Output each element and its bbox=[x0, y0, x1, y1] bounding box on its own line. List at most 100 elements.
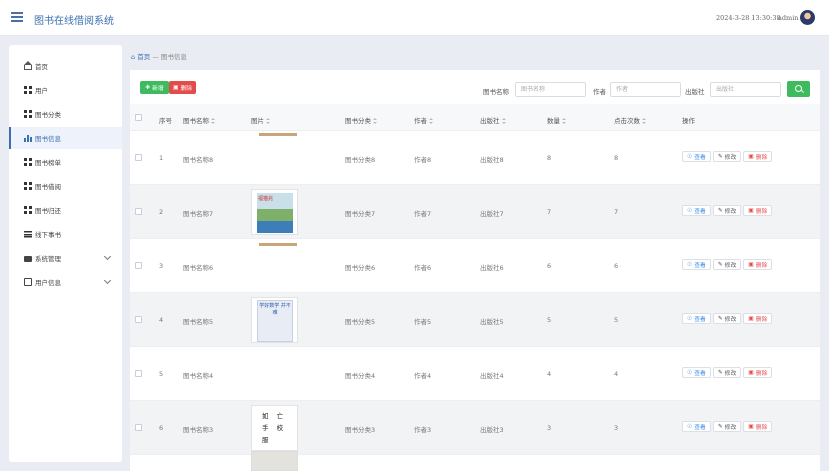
cell-publisher: 出版社6 bbox=[480, 264, 504, 272]
sort-icon[interactable] bbox=[266, 118, 270, 124]
edit-button[interactable]: ✎ 修改 bbox=[712, 421, 742, 432]
sidebar-item-label: 用户 bbox=[35, 87, 48, 95]
sidebar-item-user-info[interactable]: 用户信息 bbox=[9, 271, 122, 293]
col-category[interactable]: 图书分类 bbox=[345, 115, 377, 125]
edit-icon: ✎ bbox=[717, 369, 723, 376]
username[interactable]: admin bbox=[778, 14, 798, 22]
cell-clicks: 7 bbox=[614, 208, 619, 216]
sidebar-item-offline[interactable]: 线下事书 bbox=[9, 223, 122, 245]
sort-icon[interactable] bbox=[373, 118, 377, 124]
cover-title: 如 亡 手 校 服 bbox=[262, 412, 287, 444]
cell-clicks: 6 bbox=[614, 262, 619, 270]
delete-row-button[interactable]: ▣ 删除 bbox=[743, 259, 773, 270]
row-checkbox[interactable] bbox=[135, 154, 142, 161]
add-button[interactable]: ✚ 新增 bbox=[140, 81, 169, 94]
menu-toggle-icon[interactable] bbox=[11, 12, 23, 22]
edit-icon: ✎ bbox=[717, 261, 723, 268]
sort-icon[interactable] bbox=[642, 118, 646, 124]
edit-icon: ✎ bbox=[717, 315, 723, 322]
cell-name: 图书名称6 bbox=[183, 264, 214, 272]
view-button[interactable]: ☉ 查看 bbox=[682, 367, 711, 378]
cell-clicks: 5 bbox=[614, 316, 619, 324]
trash-icon: ▣ bbox=[748, 369, 754, 376]
delete-row-button[interactable]: ▣ 删除 bbox=[743, 367, 773, 378]
row-checkbox[interactable] bbox=[135, 208, 142, 215]
cell-author: 作者6 bbox=[414, 264, 432, 272]
delete-button[interactable]: ▣ 删除 bbox=[169, 81, 196, 94]
sidebar-item-label: 图书分类 bbox=[35, 111, 61, 119]
edit-button[interactable]: ✎ 修改 bbox=[712, 313, 742, 324]
row-checkbox[interactable] bbox=[135, 316, 142, 323]
col-name[interactable]: 图书名称 bbox=[183, 115, 215, 125]
sidebar-item-book-borrow[interactable]: 图书借阅 bbox=[9, 175, 122, 197]
sort-icon[interactable] bbox=[562, 118, 566, 124]
select-all-checkbox[interactable] bbox=[135, 114, 142, 121]
col-image[interactable]: 图片 bbox=[251, 115, 270, 125]
col-author[interactable]: 作者 bbox=[414, 115, 433, 125]
row-actions: ☉ 查看 ✎ 修改 ▣ 删除 bbox=[682, 313, 773, 324]
sidebar: 首页 用户 图书分类 图书信息 图书榜单 图书借阅 图书归还 线下事书 系统管理… bbox=[9, 45, 122, 462]
sidebar-item-users[interactable]: 用户 bbox=[9, 79, 122, 101]
view-button[interactable]: ☉ 查看 bbox=[682, 313, 711, 324]
sort-icon[interactable] bbox=[211, 118, 215, 124]
row-checkbox[interactable] bbox=[135, 262, 142, 269]
cell-category: 图书分类8 bbox=[345, 156, 376, 164]
col-qty[interactable]: 数量 bbox=[547, 115, 566, 125]
row-actions: ☉ 查看 ✎ 修改 ▣ 删除 bbox=[682, 259, 773, 270]
col-clicks[interactable]: 点击次数 bbox=[614, 115, 646, 125]
view-button[interactable]: ☉ 查看 bbox=[682, 421, 711, 432]
sidebar-item-book-category[interactable]: 图书分类 bbox=[9, 103, 122, 125]
row-checkbox[interactable] bbox=[135, 370, 142, 377]
search-button[interactable] bbox=[787, 81, 810, 97]
sort-icon[interactable] bbox=[429, 118, 433, 124]
cell-category: 图书分类7 bbox=[345, 210, 376, 218]
view-button[interactable]: ☉ 查看 bbox=[682, 205, 711, 216]
breadcrumb-sep: — bbox=[152, 53, 159, 61]
app-title: 图书在线借阅系统 bbox=[34, 16, 114, 27]
view-button[interactable]: ☉ 查看 bbox=[682, 151, 711, 162]
bar-chart-icon bbox=[24, 134, 32, 142]
avatar[interactable] bbox=[800, 10, 815, 25]
breadcrumb-home[interactable]: ⌂ 首页 bbox=[131, 53, 150, 61]
col-index: 序号 bbox=[159, 117, 172, 125]
delete-row-button[interactable]: ▣ 删除 bbox=[743, 151, 773, 162]
cell-publisher: 出版社3 bbox=[480, 426, 504, 434]
edit-button[interactable]: ✎ 修改 bbox=[712, 367, 742, 378]
edit-button[interactable]: ✎ 修改 bbox=[712, 151, 742, 162]
sidebar-item-book-ranking[interactable]: 图书榜单 bbox=[9, 151, 122, 173]
delete-row-button[interactable]: ▣ 删除 bbox=[743, 421, 773, 432]
cell-index: 6 bbox=[159, 424, 164, 432]
row-checkbox[interactable] bbox=[135, 424, 142, 431]
publisher-input[interactable]: 出版社 bbox=[710, 82, 781, 97]
sidebar-item-book-return[interactable]: 图书归还 bbox=[9, 199, 122, 221]
eye-icon: ☉ bbox=[687, 369, 693, 376]
grid-icon bbox=[24, 158, 32, 166]
sidebar-item-home[interactable]: 首页 bbox=[9, 55, 122, 77]
sort-icon[interactable] bbox=[501, 118, 506, 124]
view-button[interactable]: ☉ 查看 bbox=[682, 259, 711, 270]
cell-index: 3 bbox=[159, 262, 164, 270]
filter-label-author: 作者 bbox=[593, 88, 606, 96]
author-input[interactable]: 作者 bbox=[610, 82, 681, 97]
edit-button[interactable]: ✎ 修改 bbox=[712, 205, 742, 216]
sidebar-item-book-info[interactable]: 图书信息 bbox=[9, 127, 122, 149]
col-publisher[interactable]: 出版社 bbox=[480, 115, 506, 125]
sidebar-item-label: 系统管理 bbox=[35, 255, 61, 263]
cell-category: 图书分类3 bbox=[345, 426, 376, 434]
cell-index: 2 bbox=[159, 208, 164, 216]
trash-icon: ▣ bbox=[748, 261, 754, 268]
edit-button[interactable]: ✎ 修改 bbox=[712, 259, 742, 270]
book-name-input[interactable]: 图书名称 bbox=[515, 82, 586, 97]
cell-qty: 6 bbox=[547, 262, 552, 270]
edit-icon: ✎ bbox=[717, 153, 723, 160]
document-icon bbox=[24, 278, 32, 286]
delete-row-button[interactable]: ▣ 删除 bbox=[743, 313, 773, 324]
book-cover-image bbox=[251, 451, 298, 471]
book-cover-image bbox=[259, 133, 297, 136]
cell-publisher: 出版社4 bbox=[480, 372, 504, 380]
delete-row-button[interactable]: ▣ 删除 bbox=[743, 205, 773, 216]
sidebar-item-system[interactable]: 系统管理 bbox=[9, 247, 122, 269]
cell-publisher: 出版社7 bbox=[480, 210, 504, 218]
cell-name: 图书名称5 bbox=[183, 318, 214, 326]
row-actions: ☉ 查看 ✎ 修改 ▣ 删除 bbox=[682, 421, 773, 432]
